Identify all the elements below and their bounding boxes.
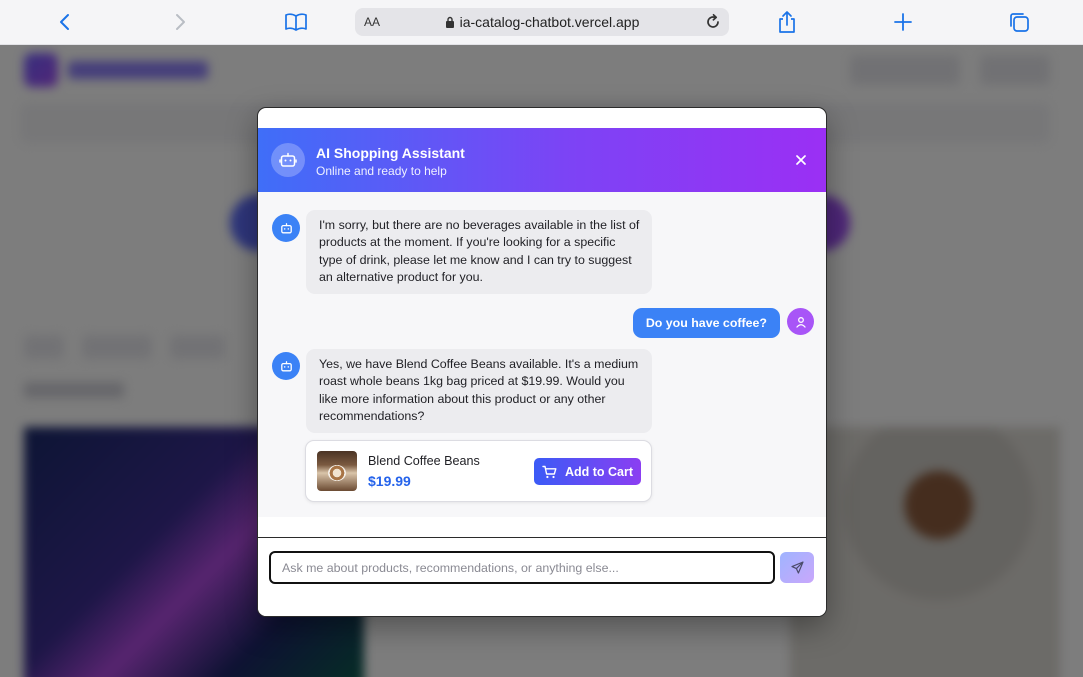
chat-title: AI Shopping Assistant <box>316 145 465 161</box>
chat-message-input[interactable] <box>269 551 775 584</box>
bot-message: I'm sorry, but there are no beverages av… <box>306 210 652 295</box>
back-button[interactable] <box>52 9 78 35</box>
robot-icon <box>279 152 297 167</box>
url-text: ia-catalog-chatbot.vercel.app <box>459 14 640 30</box>
tabs-icon <box>1010 13 1029 32</box>
cart-icon <box>542 465 557 478</box>
address-bar[interactable]: AA ia-catalog-chatbot.vercel.app <box>355 8 729 36</box>
user-icon <box>795 316 806 328</box>
tabs-overview-button[interactable] <box>1006 9 1032 35</box>
close-chat-button[interactable] <box>793 152 809 168</box>
book-icon <box>285 13 307 31</box>
robot-icon <box>280 360 292 371</box>
chat-input-area <box>258 537 826 616</box>
bookmarks-button[interactable] <box>283 9 309 35</box>
lock-icon <box>445 16 454 28</box>
product-price: $19.99 <box>368 473 411 489</box>
product-image <box>317 451 357 491</box>
bot-avatar <box>272 352 300 380</box>
reload-icon[interactable] <box>703 12 723 32</box>
user-avatar <box>787 308 814 335</box>
chevron-right-icon <box>176 14 185 30</box>
chat-modal: AI Shopping Assistant Online and ready t… <box>257 107 827 617</box>
assistant-avatar <box>271 143 305 177</box>
product-card[interactable]: Blend Coffee Beans $19.99 Add to Cart <box>305 440 652 502</box>
send-button[interactable] <box>780 552 814 583</box>
robot-icon <box>280 222 292 233</box>
chat-header: AI Shopping Assistant Online and ready t… <box>258 128 826 192</box>
user-message: Do you have coffee? <box>632 308 780 338</box>
add-to-cart-button[interactable]: Add to Cart <box>534 458 641 485</box>
chat-status: Online and ready to help <box>316 164 447 178</box>
message-list[interactable]: I'm sorry, but there are no beverages av… <box>258 192 826 517</box>
share-icon <box>779 11 795 33</box>
send-icon <box>790 561 804 574</box>
close-icon <box>796 155 806 165</box>
add-to-cart-label: Add to Cart <box>564 464 634 479</box>
share-button[interactable] <box>774 9 800 35</box>
forward-button[interactable] <box>167 9 193 35</box>
browser-toolbar: AA ia-catalog-chatbot.vercel.app <box>0 0 1083 45</box>
chevron-left-icon <box>60 14 69 30</box>
plus-icon <box>894 13 912 31</box>
bot-message: Yes, we have Blend Coffee Beans availabl… <box>306 349 652 434</box>
product-name: Blend Coffee Beans <box>368 454 480 468</box>
bot-avatar <box>272 214 300 242</box>
new-tab-button[interactable] <box>890 9 916 35</box>
